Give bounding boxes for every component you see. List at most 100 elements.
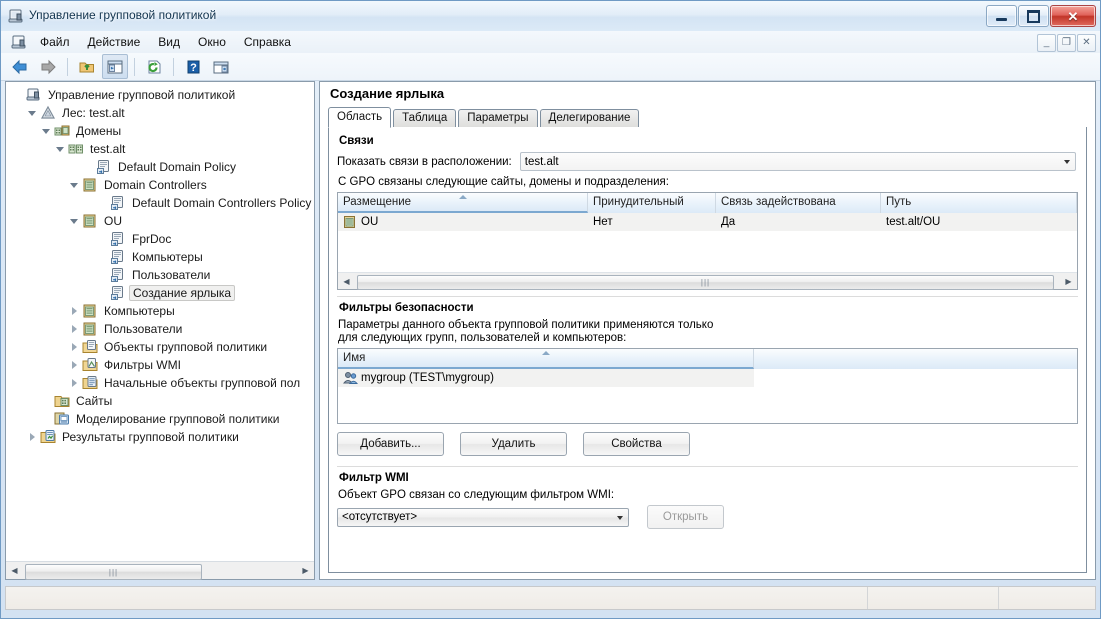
expander-closed-icon[interactable] bbox=[66, 357, 82, 373]
mdi-close-button[interactable]: ✕ bbox=[1077, 34, 1096, 52]
tree-node[interactable]: Объекты групповой политики bbox=[8, 338, 314, 356]
security-caption-line2: для следующих групп, пользователей и ком… bbox=[338, 332, 627, 344]
menu-file[interactable]: Файл bbox=[31, 33, 79, 51]
open-button[interactable]: Открыть bbox=[647, 505, 724, 529]
tree-node-label: OU bbox=[104, 214, 122, 228]
tree-node[interactable]: Результаты групповой политики bbox=[8, 428, 314, 446]
expander-open-icon[interactable] bbox=[66, 177, 82, 193]
tab-settings[interactable]: Параметры bbox=[458, 109, 538, 127]
expander-open-icon[interactable] bbox=[24, 105, 40, 121]
export-list-button[interactable] bbox=[208, 54, 234, 79]
tree-node[interactable]: Компьютеры bbox=[8, 302, 314, 320]
tree-node-label: Лес: test.alt bbox=[62, 106, 125, 120]
links-col-enforced[interactable]: Принудительный bbox=[588, 193, 716, 213]
tree-node[interactable]: FprDoc bbox=[8, 230, 314, 248]
expander-open-icon[interactable] bbox=[38, 123, 54, 139]
domain-icon bbox=[68, 141, 84, 157]
tree-node-label: Фильтры WMI bbox=[104, 358, 181, 372]
tree-node[interactable]: Лес: test.alt bbox=[8, 104, 314, 122]
status-cell-2 bbox=[868, 587, 999, 609]
tree-node[interactable]: Домены bbox=[8, 122, 314, 140]
tree-node[interactable]: Default Domain Policy bbox=[8, 158, 314, 176]
security-caption-line1: Параметры данного объекта групповой поли… bbox=[338, 319, 714, 331]
expander-open-icon[interactable] bbox=[52, 141, 68, 157]
mdi-restore-button[interactable]: ❐ bbox=[1057, 34, 1076, 52]
up-folder-button[interactable] bbox=[74, 54, 100, 79]
scroll-track[interactable]: ||| bbox=[23, 563, 297, 580]
expander-closed-icon[interactable] bbox=[66, 303, 82, 319]
links-location-combo[interactable]: test.alt bbox=[519, 152, 1076, 171]
tree-node[interactable]: test.alt bbox=[8, 140, 314, 158]
scroll-right-icon[interactable]: ▶ bbox=[297, 562, 314, 579]
tree-node[interactable]: Пользователи bbox=[8, 320, 314, 338]
tree-node-label: Моделирование групповой политики bbox=[76, 412, 280, 426]
scroll-left-icon[interactable]: ◀ bbox=[338, 273, 355, 290]
refresh-button[interactable] bbox=[141, 54, 167, 79]
tab-scope[interactable]: Область bbox=[328, 107, 392, 128]
wmi-folder-icon bbox=[82, 357, 98, 373]
links-col-location[interactable]: Размещение bbox=[338, 193, 588, 213]
scroll-thumb[interactable]: ||| bbox=[357, 274, 1054, 290]
help-button[interactable]: ? bbox=[180, 54, 206, 79]
tree-node[interactable]: Фильтры WMI bbox=[8, 356, 314, 374]
menu-window[interactable]: Окно bbox=[189, 33, 235, 51]
ou-icon bbox=[82, 321, 98, 337]
security-col-name[interactable]: Имя bbox=[338, 349, 754, 369]
forward-button[interactable] bbox=[35, 54, 61, 79]
tree-node[interactable]: OU bbox=[8, 212, 314, 230]
toolbar-separator bbox=[67, 57, 68, 76]
tree-node[interactable]: Компьютеры bbox=[8, 248, 314, 266]
menu-action[interactable]: Действие bbox=[79, 33, 150, 51]
expander-closed-icon[interactable] bbox=[66, 375, 82, 391]
tree-node[interactable]: Domain Controllers bbox=[8, 176, 314, 194]
links-col-link-enabled[interactable]: Связь задействована bbox=[716, 193, 881, 213]
expander-open-icon[interactable] bbox=[66, 213, 82, 229]
tree-node[interactable]: Пользователи bbox=[8, 266, 314, 284]
tree-node[interactable]: Default Domain Controllers Policy bbox=[8, 194, 314, 212]
tree-node[interactable]: Управление групповой политикой bbox=[8, 86, 314, 104]
window-controls: ✕ bbox=[986, 5, 1096, 27]
tree-node[interactable]: Сайты bbox=[8, 392, 314, 410]
back-button[interactable] bbox=[7, 54, 33, 79]
tree-node-label: test.alt bbox=[90, 142, 126, 156]
links-list-view[interactable]: Размещение Принудительный Связь задейств… bbox=[337, 192, 1078, 290]
close-button[interactable]: ✕ bbox=[1050, 5, 1096, 27]
links-horizontal-scrollbar[interactable]: ◀ ||| ▶ bbox=[338, 272, 1077, 290]
expander-closed-icon[interactable] bbox=[66, 339, 82, 355]
tab-delegation[interactable]: Делегирование bbox=[539, 109, 640, 127]
tree-pane: Управление групповой политикой Лес: test.… bbox=[5, 81, 315, 580]
add-button[interactable]: Добавить... bbox=[337, 432, 444, 456]
tree-node[interactable]: Моделирование групповой политики bbox=[8, 410, 314, 428]
maximize-button[interactable] bbox=[1018, 5, 1049, 27]
table-row[interactable]: OU Нет Да test.alt/OU bbox=[338, 213, 1077, 231]
status-cell-1 bbox=[6, 587, 868, 609]
mdi-minimize-button[interactable]: _ bbox=[1037, 34, 1056, 52]
up-folder-icon bbox=[79, 62, 94, 72]
security-list-view[interactable]: Имя mygroup (TEST\mygroup) bbox=[337, 348, 1078, 424]
menu-help[interactable]: Справка bbox=[235, 33, 300, 51]
ou-icon bbox=[82, 303, 98, 319]
minimize-button[interactable] bbox=[986, 5, 1017, 27]
tree-node[interactable]: Начальные объекты групповой пол bbox=[8, 374, 314, 392]
properties-button[interactable]: Свойства bbox=[583, 432, 690, 456]
tree-node-label: Объекты групповой политики bbox=[104, 340, 268, 354]
expander-closed-icon[interactable] bbox=[24, 429, 40, 445]
tab-details[interactable]: Таблица bbox=[393, 109, 457, 127]
show-hide-tree-button[interactable] bbox=[102, 54, 128, 79]
menu-view[interactable]: Вид bbox=[149, 33, 189, 51]
security-name-text: mygroup (TEST\mygroup) bbox=[361, 372, 494, 384]
scroll-track[interactable]: ||| bbox=[355, 273, 1060, 290]
wmi-filter-combo[interactable]: <отсутствует> bbox=[337, 507, 629, 527]
tree-node[interactable]: Создание ярлыка bbox=[8, 284, 314, 302]
expander-closed-icon[interactable] bbox=[66, 321, 82, 337]
scroll-left-icon[interactable]: ◀ bbox=[6, 562, 23, 579]
scroll-right-icon[interactable]: ▶ bbox=[1060, 273, 1077, 290]
list-item[interactable]: mygroup (TEST\mygroup) bbox=[338, 369, 1077, 387]
console-tree[interactable]: Управление групповой политикой Лес: test.… bbox=[6, 82, 314, 561]
links-col-path[interactable]: Путь bbox=[881, 193, 1077, 213]
links-list-header: Размещение Принудительный Связь задейств… bbox=[338, 193, 1077, 214]
tree-horizontal-scrollbar[interactable]: ◀ ||| ▶ bbox=[6, 561, 314, 580]
remove-button[interactable]: Удалить bbox=[460, 432, 567, 456]
scroll-thumb[interactable]: ||| bbox=[25, 564, 202, 580]
wmi-row: <отсутствует> Открыть bbox=[337, 505, 1078, 529]
